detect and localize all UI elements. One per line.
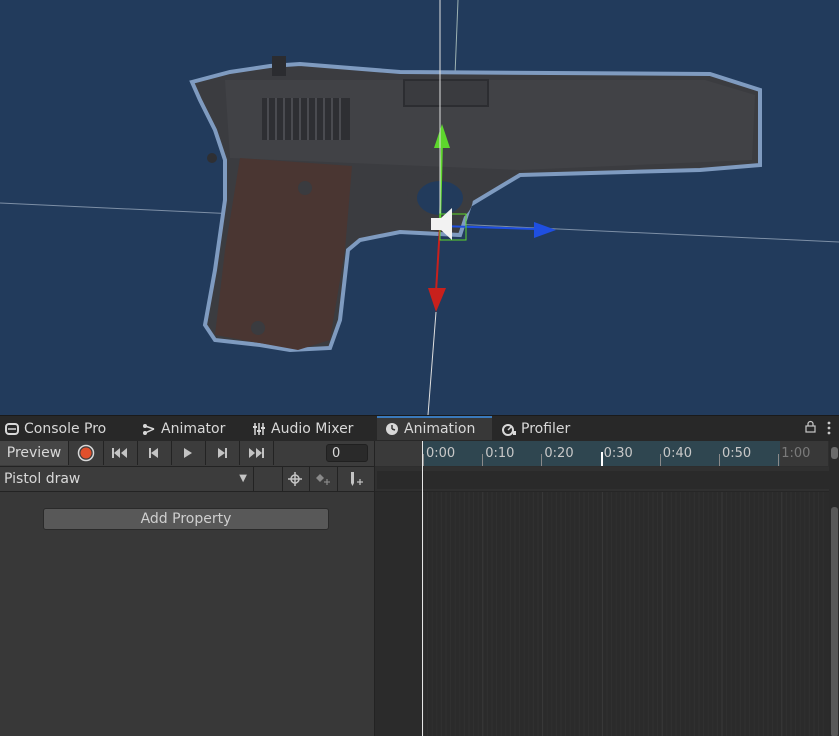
previous-keyframe-button[interactable] (137, 441, 172, 465)
ruler-tick-label: 0:10 (485, 446, 515, 461)
preview-button[interactable]: Preview (0, 441, 69, 465)
add-event-button[interactable] (342, 467, 370, 491)
frame-number-field[interactable]: 0 (326, 444, 368, 462)
tab-animator[interactable]: Animator (142, 416, 225, 442)
pistol-model[interactable] (189, 56, 762, 353)
spacer-button (254, 467, 283, 491)
tab-animation[interactable]: Animation (377, 416, 492, 440)
ruler-tick-label: 1:00 (781, 446, 811, 461)
crosshair-icon (288, 472, 302, 486)
tab-audio-mixer[interactable]: Audio Mixer (252, 416, 353, 442)
animation-toolbar: Preview 0 (0, 441, 374, 467)
clip-name: Pistol draw (4, 471, 81, 487)
dopesheet-area[interactable] (375, 492, 839, 736)
vertical-scrollbar[interactable] (829, 441, 839, 736)
timeline-panel: 0:00 0:10 0:20 0:30 0:40 0:50 1:00 (375, 441, 839, 736)
scene-view[interactable] (0, 0, 839, 415)
record-icon (77, 444, 95, 462)
tab-label: Profiler (521, 421, 571, 437)
scrollbar-thumb[interactable] (831, 507, 838, 736)
playhead[interactable] (422, 441, 423, 736)
dopesheet-gridlines (422, 492, 824, 736)
kebab-menu-icon[interactable] (827, 421, 831, 439)
events-track[interactable] (377, 471, 829, 489)
editor-tab-bar: Console Pro Animator Audio Mixer Animati… (0, 415, 839, 442)
clip-row: Pistol draw ▼ (0, 467, 374, 492)
ruler-tick-label: 0:00 (426, 446, 456, 461)
add-keyframe-button[interactable] (309, 467, 338, 491)
clip-dropdown[interactable]: Pistol draw ▼ (0, 467, 254, 491)
ruler-tick (719, 454, 720, 466)
slide-serrations (262, 98, 350, 140)
add-property-button[interactable]: Add Property (43, 508, 329, 530)
skip-to-end-icon (249, 448, 264, 458)
first-keyframe-button[interactable] (103, 441, 138, 465)
step-back-icon (149, 448, 158, 458)
record-button[interactable] (69, 441, 104, 465)
next-keyframe-button[interactable] (205, 441, 240, 465)
ruler-tick-label: 0:20 (544, 446, 574, 461)
play-icon (184, 448, 192, 458)
ruler-tick-label: 0:40 (662, 446, 692, 461)
audio-mixer-icon (252, 422, 266, 436)
dropdown-arrow-icon: ▼ (239, 473, 247, 484)
clock-icon (385, 422, 399, 436)
last-keyframe-button[interactable] (239, 441, 274, 465)
scene-canvas (0, 0, 839, 415)
z-axis-arrow (534, 222, 556, 238)
ruler-tick (423, 454, 424, 466)
ruler-tick-label: 0:30 (603, 446, 633, 461)
tab-label: Animator (161, 421, 226, 437)
filter-by-selection-button[interactable] (281, 467, 310, 491)
ruler-tick (778, 454, 780, 466)
animator-icon (142, 422, 156, 436)
lock-icon[interactable] (805, 420, 816, 437)
add-keyframe-icon (316, 474, 330, 485)
events-row[interactable] (375, 467, 839, 492)
ruler-gutter (375, 441, 423, 466)
tab-profiler[interactable]: Profiler (502, 416, 570, 442)
ruler-tick-label: 0:50 (722, 446, 752, 461)
play-button[interactable] (171, 441, 206, 465)
add-event-icon (351, 472, 363, 486)
tab-console-pro[interactable]: Console Pro (5, 416, 106, 442)
scrollbar-arrow[interactable] (831, 447, 838, 459)
ruler-tick (600, 452, 603, 466)
console-icon (5, 422, 19, 436)
tab-label: Animation (404, 421, 476, 437)
ruler-tick (659, 454, 661, 466)
skip-to-start-icon (112, 448, 127, 458)
ruler-tick (541, 454, 543, 466)
x-axis-arrow (428, 288, 446, 312)
profiler-icon (502, 422, 516, 436)
ruler-tick (482, 454, 484, 466)
animation-properties-panel: Preview 0 Pistol draw ▼ Add Property (0, 441, 375, 736)
step-forward-icon (218, 448, 227, 458)
tab-label: Audio Mixer (271, 421, 354, 437)
tab-label: Console Pro (24, 421, 107, 437)
